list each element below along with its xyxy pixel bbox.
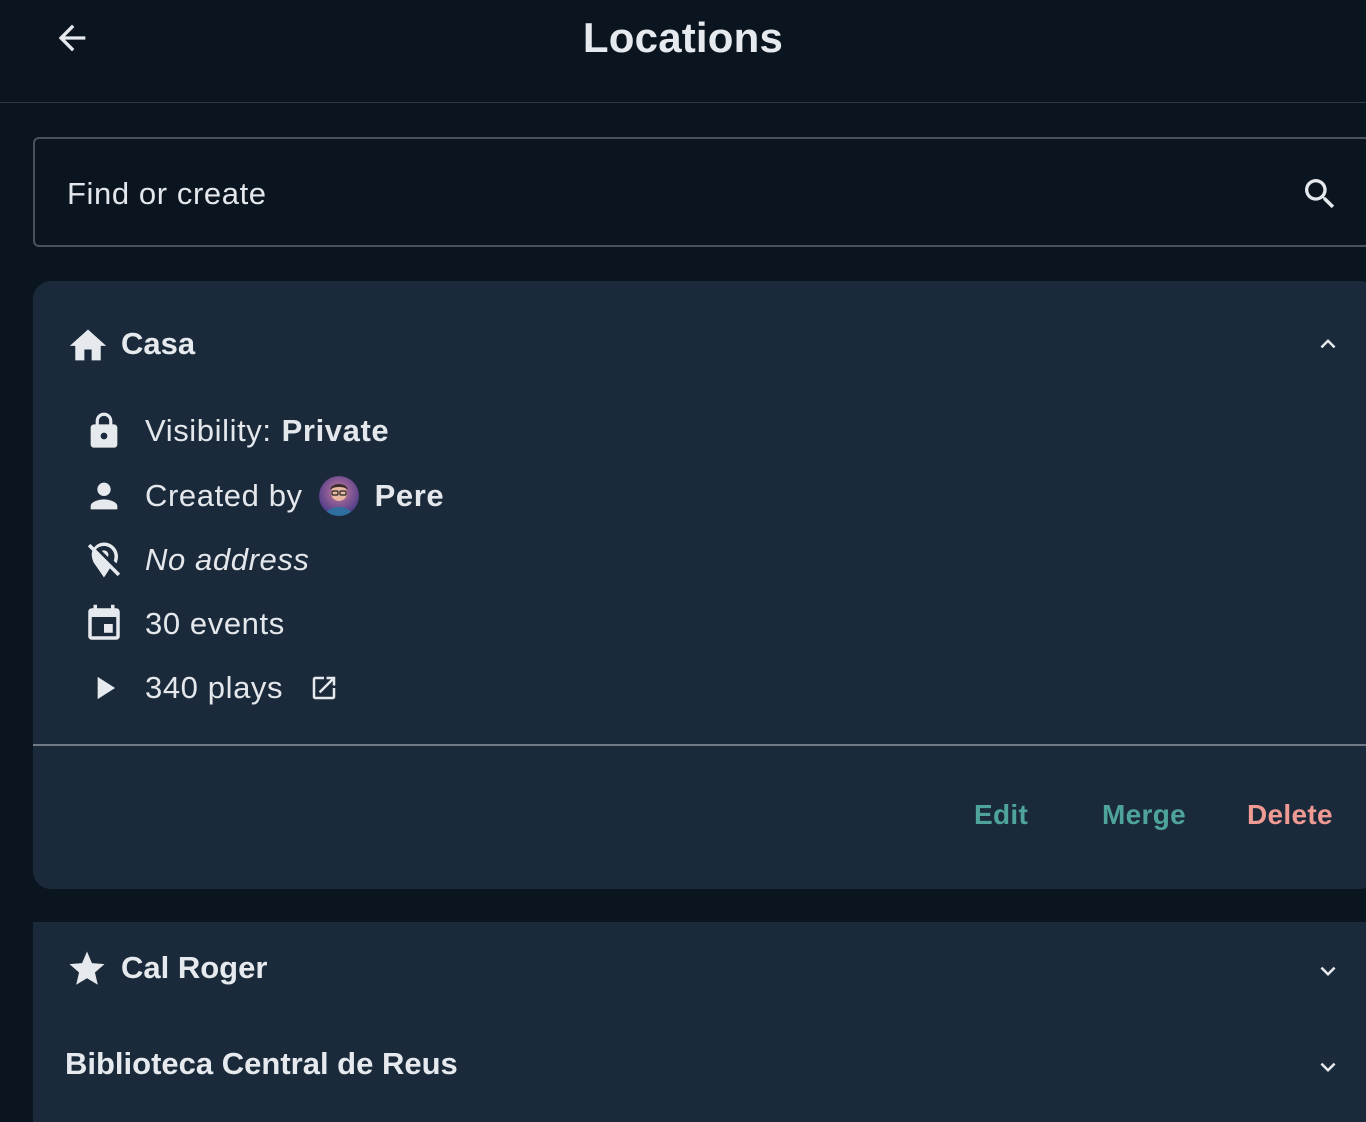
location-item-biblioteca[interactable]: Biblioteca Central de Reus — [33, 1018, 1366, 1114]
avatar[interactable] — [318, 476, 359, 516]
location-item-cal-roger[interactable]: Cal Roger — [33, 922, 1366, 1018]
calendar-icon — [88, 604, 120, 640]
search-icon[interactable] — [1300, 174, 1340, 214]
page-title: Locations — [582, 14, 784, 61]
search-input[interactable] — [65, 169, 1269, 219]
visibility-value: Private — [281, 413, 390, 448]
address-row: No address — [83, 537, 310, 583]
edit-button[interactable]: Edit — [974, 799, 1028, 831]
home-icon — [69, 329, 107, 361]
creator-name[interactable]: Pere — [375, 478, 445, 514]
location-name: Casa — [121, 326, 196, 361]
address-text: No address — [145, 542, 310, 577]
chevron-up-icon[interactable] — [1311, 329, 1345, 359]
person-icon — [90, 482, 118, 510]
plays-count: 340 plays — [145, 670, 284, 705]
open-in-new-icon[interactable] — [309, 673, 339, 703]
chevron-down-icon[interactable] — [1311, 956, 1345, 986]
play-icon — [97, 676, 116, 700]
delete-button[interactable]: Delete — [1247, 799, 1333, 831]
location-card-header[interactable]: Casa — [33, 281, 1366, 401]
location-card-expanded: Casa Visibility: Private Created by Pere… — [33, 281, 1366, 889]
visibility-label: Visibility: — [145, 413, 272, 448]
events-row: 30 events — [83, 601, 285, 647]
location-name: Biblioteca Central de Reus — [65, 1046, 458, 1081]
visibility-row: Visibility: Private — [83, 408, 389, 454]
location-list-collapsed: Cal Roger Biblioteca Central de Reus — [33, 922, 1366, 1122]
events-count: 30 events — [145, 606, 285, 641]
plays-row: 340 plays — [83, 665, 339, 711]
location-off-icon — [87, 542, 121, 578]
created-by-label: Created by — [145, 478, 303, 513]
app-header: Locations — [0, 0, 1366, 103]
card-divider — [33, 744, 1366, 746]
lock-icon — [90, 412, 118, 448]
star-icon — [69, 951, 105, 985]
chevron-down-icon[interactable] — [1311, 1052, 1345, 1082]
created-by-row: Created by Pere — [83, 473, 444, 519]
location-name: Cal Roger — [121, 950, 268, 985]
merge-button[interactable]: Merge — [1102, 799, 1186, 831]
search-box — [33, 137, 1366, 247]
